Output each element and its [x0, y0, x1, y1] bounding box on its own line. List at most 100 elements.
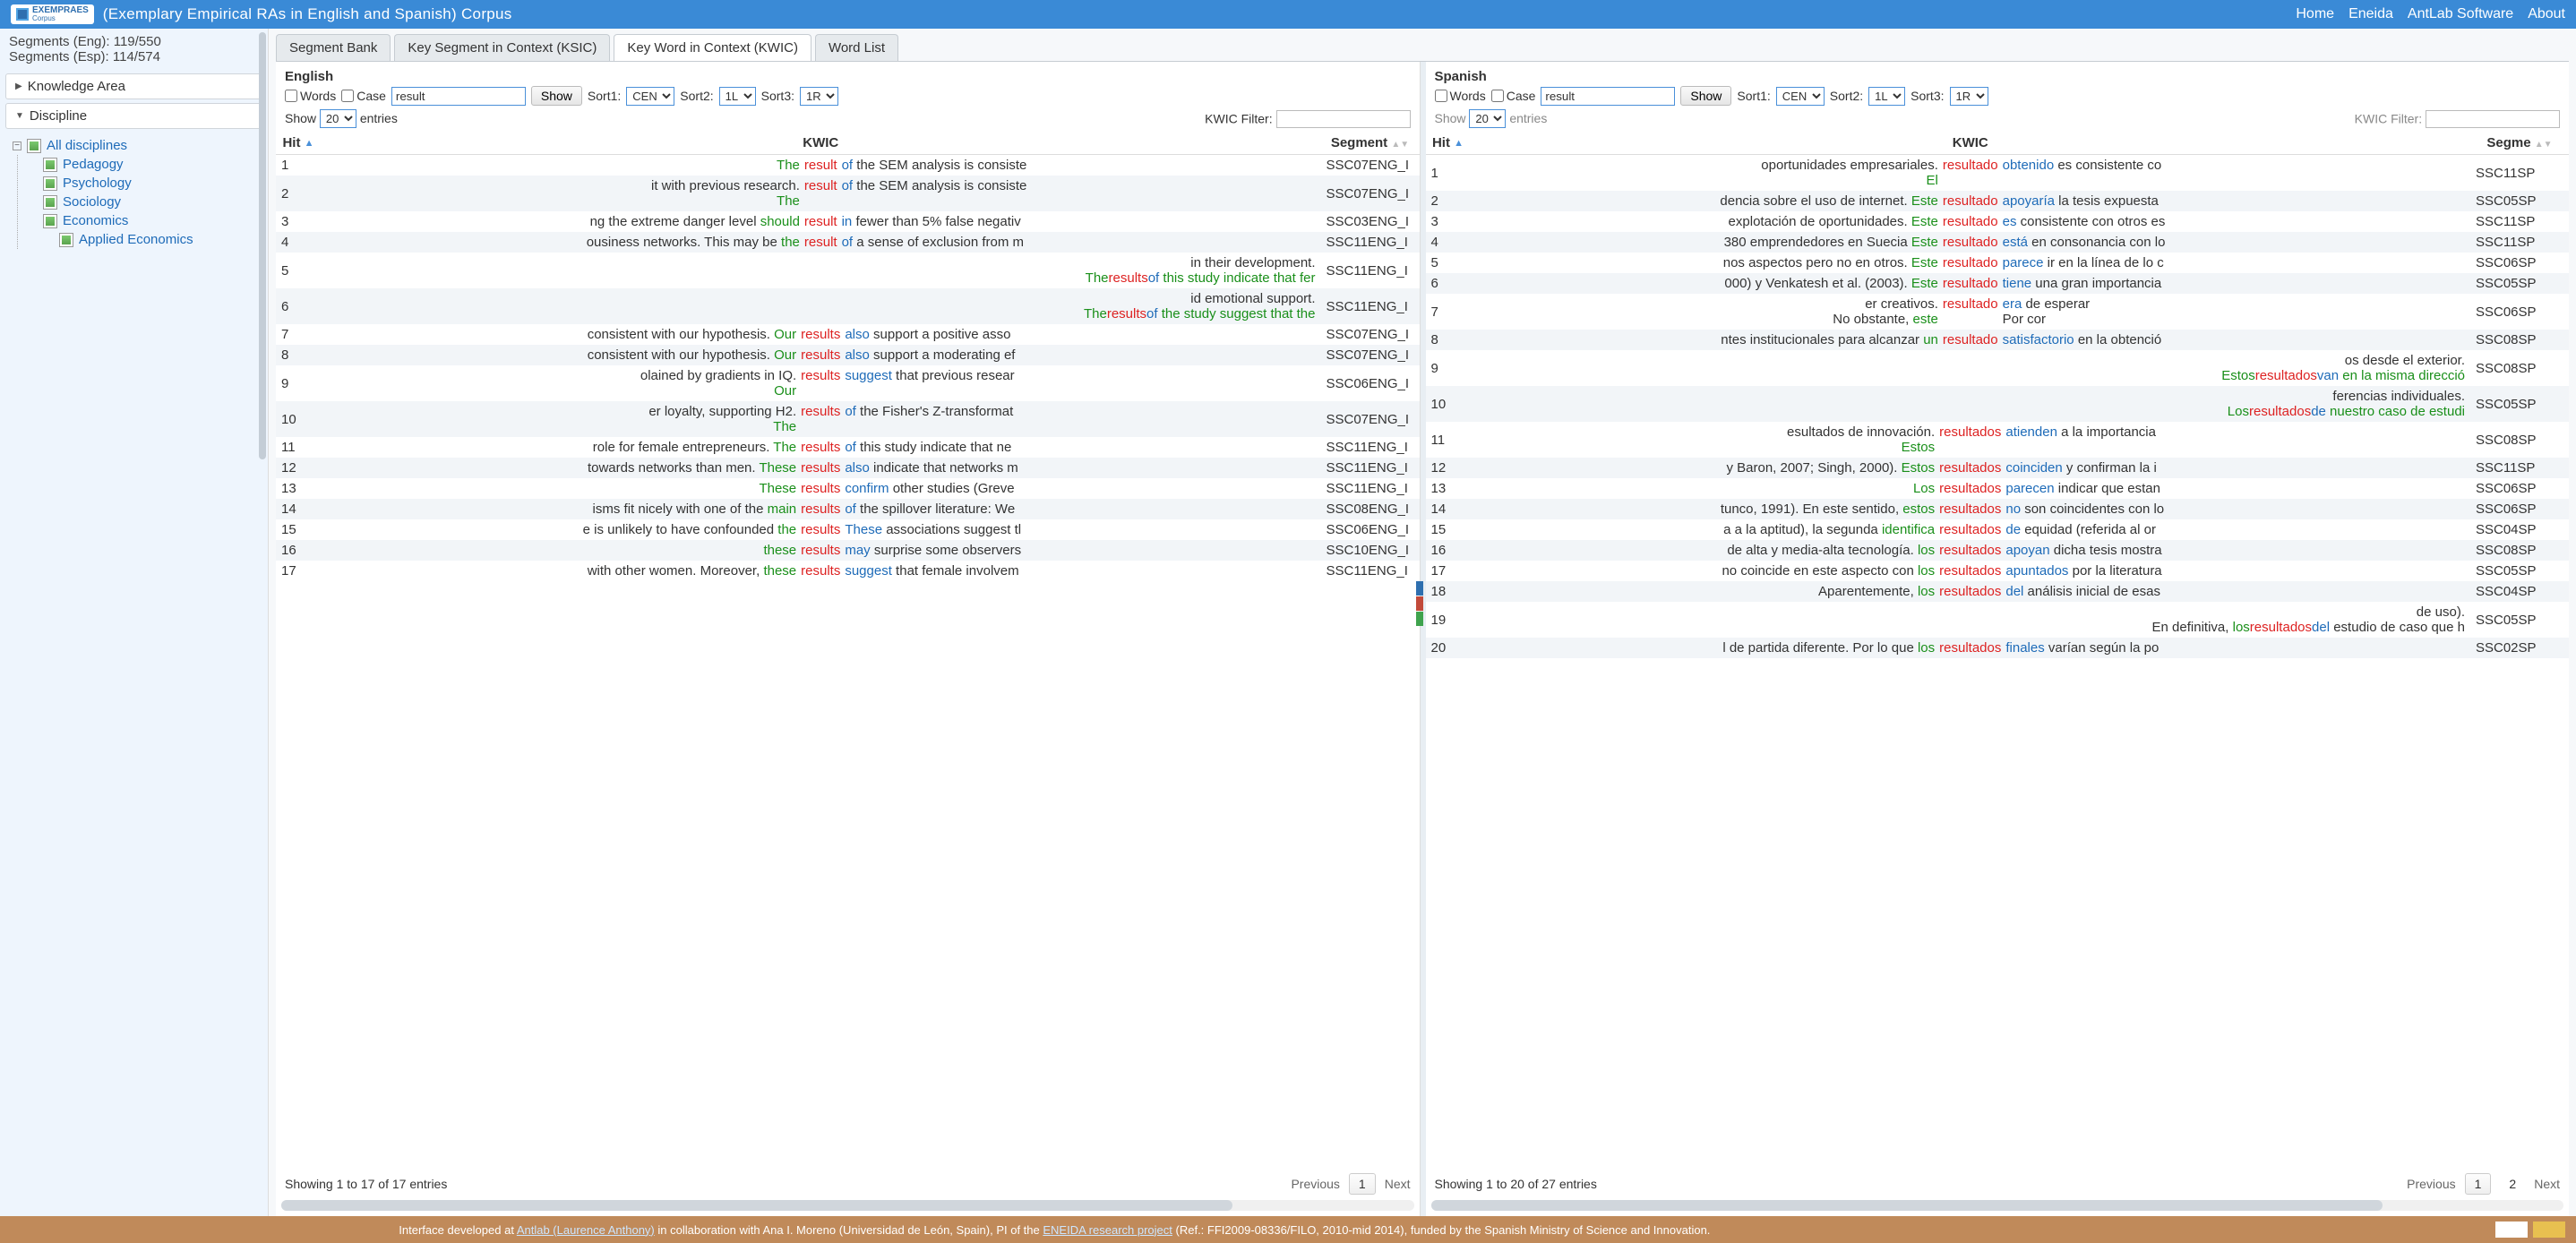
tab-segment-bank[interactable]: Segment Bank	[276, 34, 391, 61]
table-row[interactable]: 10ferencias individuales. Losresultadosd…	[1426, 386, 2570, 422]
table-row[interactable]: 5nos aspectos pero no en otros. Esteresu…	[1426, 253, 2570, 273]
tab-ksic[interactable]: Key Segment in Context (KSIC)	[394, 34, 610, 61]
segment-cell: SSC05SP	[2470, 386, 2569, 422]
next-button-esp[interactable]: Next	[2534, 1177, 2560, 1191]
tab-kwic[interactable]: Key Word in Context (KWIC)	[614, 34, 811, 61]
checkbox[interactable]	[43, 176, 57, 191]
table-row[interactable]: 5in their development. Theresultsof this…	[276, 253, 1420, 288]
table-row[interactable]: 18Aparentemente, losresultadosdel anális…	[1426, 581, 2570, 602]
tree-item-pedagogy[interactable]: Pedagogy	[27, 155, 255, 174]
table-row[interactable]: 13 Losresultadosparecen indicar que esta…	[1426, 478, 2570, 499]
nav-antlab[interactable]: AntLab Software	[2408, 6, 2513, 22]
table-row[interactable]: 17no coincide en este aspecto con losres…	[1426, 561, 2570, 581]
pane-resize-handle[interactable]	[1421, 62, 1426, 1216]
table-row[interactable]: 3explotación de oportunidades. Esteresul…	[1426, 211, 2570, 232]
checkbox[interactable]	[43, 214, 57, 228]
table-row[interactable]: 8consistent with our hypothesis. Ourresu…	[276, 345, 1420, 365]
table-row[interactable]: 9olained by gradients in IQ. Ourresultss…	[276, 365, 1420, 401]
col-hit[interactable]: Hit ▲	[1426, 132, 1471, 155]
sort2-select-esp[interactable]: 1L	[1868, 87, 1905, 106]
table-row[interactable]: 19de uso). En definitiva, losresultadosd…	[1426, 602, 2570, 638]
table-row[interactable]: 3ng the extreme danger level shouldresul…	[276, 211, 1420, 232]
table-row[interactable]: 11role for female entrepreneurs. Theresu…	[276, 437, 1420, 458]
table-row[interactable]: 16de alta y media-alta tecnología. losre…	[1426, 540, 2570, 561]
checkbox-all[interactable]	[27, 139, 41, 153]
table-row[interactable]: 6000) y Venkatesh et al. (2003). Esteres…	[1426, 273, 2570, 294]
table-row[interactable]: 8ntes institucionales para alcanzar unre…	[1426, 330, 2570, 350]
table-row[interactable]: 2it with previous research. Theresultof …	[276, 176, 1420, 211]
tree-item-psychology[interactable]: Psychology	[27, 174, 255, 193]
table-row[interactable]: 1 Theresultof the SEM analysis is consis…	[276, 155, 1420, 176]
col-kwic[interactable]: KWIC	[321, 132, 1321, 155]
show-button-esp[interactable]: Show	[1680, 86, 1731, 106]
table-row[interactable]: 15a a la aptitud), la segunda identifica…	[1426, 519, 2570, 540]
table-row[interactable]: 4380 emprendedores en Suecia Esteresulta…	[1426, 232, 2570, 253]
table-row[interactable]: 4ousiness networks. This may be theresul…	[276, 232, 1420, 253]
sort1-select-esp[interactable]: CEN	[1776, 87, 1825, 106]
table-row[interactable]: 16 theseresultsmay surprise some observe…	[276, 540, 1420, 561]
page-1-esp[interactable]: 1	[2465, 1173, 2492, 1195]
sort2-select-eng[interactable]: 1L	[719, 87, 756, 106]
tree-item-economics[interactable]: Economics	[27, 211, 255, 230]
table-row[interactable]: 7consistent with our hypothesis. Ourresu…	[276, 324, 1420, 345]
entries-select-esp[interactable]: 20	[1469, 109, 1506, 128]
kwic-filter-input-eng[interactable]	[1276, 110, 1411, 128]
words-checkbox-eng[interactable]: Words	[285, 89, 336, 103]
col-kwic[interactable]: KWIC	[1471, 132, 2471, 155]
checkbox[interactable]	[59, 233, 73, 247]
case-checkbox-esp[interactable]: Case	[1491, 89, 1536, 103]
table-row[interactable]: 14isms fit nicely with one of the mainre…	[276, 499, 1420, 519]
minus-icon[interactable]: −	[13, 141, 21, 150]
table-row[interactable]: 13 Theseresultsconfirm other studies (Gr…	[276, 478, 1420, 499]
page-2-esp[interactable]: 2	[2500, 1174, 2525, 1194]
segment-cell: SSC11ENG_I	[1321, 288, 1420, 324]
table-row[interactable]: 6id emotional support. Theresultsof the …	[276, 288, 1420, 324]
table-row[interactable]: 9os desde el exterior. Estosresultadosva…	[1426, 350, 2570, 386]
show-button-eng[interactable]: Show	[531, 86, 582, 106]
table-row[interactable]: 2dencia sobre el uso de internet. Estere…	[1426, 191, 2570, 211]
checkbox[interactable]	[43, 158, 57, 172]
tab-word-list[interactable]: Word List	[815, 34, 898, 61]
footer-link-eneida[interactable]: ENEIDA research project	[1043, 1223, 1172, 1237]
table-row[interactable]: 1oportunidades empresariales. Elresultad…	[1426, 155, 2570, 192]
kwic-filter-input-esp[interactable]	[2426, 110, 2560, 128]
tree-item-applied-economics[interactable]: Applied Economics	[27, 230, 255, 249]
prev-button-eng[interactable]: Previous	[1291, 1177, 1339, 1191]
nav-home[interactable]: Home	[2296, 6, 2334, 22]
table-row[interactable]: 12towards networks than men. Theseresult…	[276, 458, 1420, 478]
words-checkbox-esp[interactable]: Words	[1435, 89, 1486, 103]
next-button-eng[interactable]: Next	[1385, 1177, 1411, 1191]
page-1-eng[interactable]: 1	[1349, 1173, 1376, 1195]
logo[interactable]: EXEMPRAES Corpus	[11, 4, 94, 24]
search-input-esp[interactable]	[1541, 87, 1675, 106]
hscroll-eng[interactable]	[281, 1200, 1414, 1211]
table-row[interactable]: 10er loyalty, supporting H2. Theresultso…	[276, 401, 1420, 437]
footer-link-antlab[interactable]: Antlab (Laurence Anthony)	[517, 1223, 655, 1237]
table-row[interactable]: 7er creativos. No obstante, esteresultad…	[1426, 294, 2570, 330]
nav-about[interactable]: About	[2528, 6, 2565, 22]
discipline-accordion[interactable]: ▼ Discipline	[5, 103, 262, 129]
sort3-select-eng[interactable]: 1R	[800, 87, 838, 106]
knowledge-area-accordion[interactable]: ▶ Knowledge Area	[5, 73, 262, 99]
tree-all-disciplines[interactable]: − All disciplines	[13, 136, 255, 155]
tree-item-sociology[interactable]: Sociology	[27, 193, 255, 211]
prev-button-esp[interactable]: Previous	[2407, 1177, 2455, 1191]
table-row[interactable]: 12y Baron, 2007; Singh, 2000). Estosresu…	[1426, 458, 2570, 478]
col-hit[interactable]: Hit ▲	[276, 132, 321, 155]
table-row[interactable]: 15e is unlikely to have confounded there…	[276, 519, 1420, 540]
search-input-eng[interactable]	[391, 87, 526, 106]
table-row[interactable]: 14tunco, 1991). En este sentido, estosre…	[1426, 499, 2570, 519]
col-segment[interactable]: Segment ▲▼	[1321, 132, 1420, 155]
entries-select-eng[interactable]: 20	[320, 109, 356, 128]
case-checkbox-eng[interactable]: Case	[341, 89, 386, 103]
sort1-select-eng[interactable]: CEN	[626, 87, 674, 106]
hscroll-esp[interactable]	[1431, 1200, 2564, 1211]
table-row[interactable]: 20l de partida diferente. Por lo que los…	[1426, 638, 2570, 658]
nav-eneida[interactable]: Eneida	[2348, 6, 2393, 22]
table-row[interactable]: 17with other women. Moreover, theseresul…	[276, 561, 1420, 581]
sidebar-scrollbar[interactable]	[259, 32, 266, 459]
col-segment[interactable]: Segme ▲▼	[2470, 132, 2569, 155]
table-row[interactable]: 11esultados de innovación. Estosresultad…	[1426, 422, 2570, 458]
sort3-select-esp[interactable]: 1R	[1950, 87, 1988, 106]
checkbox[interactable]	[43, 195, 57, 210]
